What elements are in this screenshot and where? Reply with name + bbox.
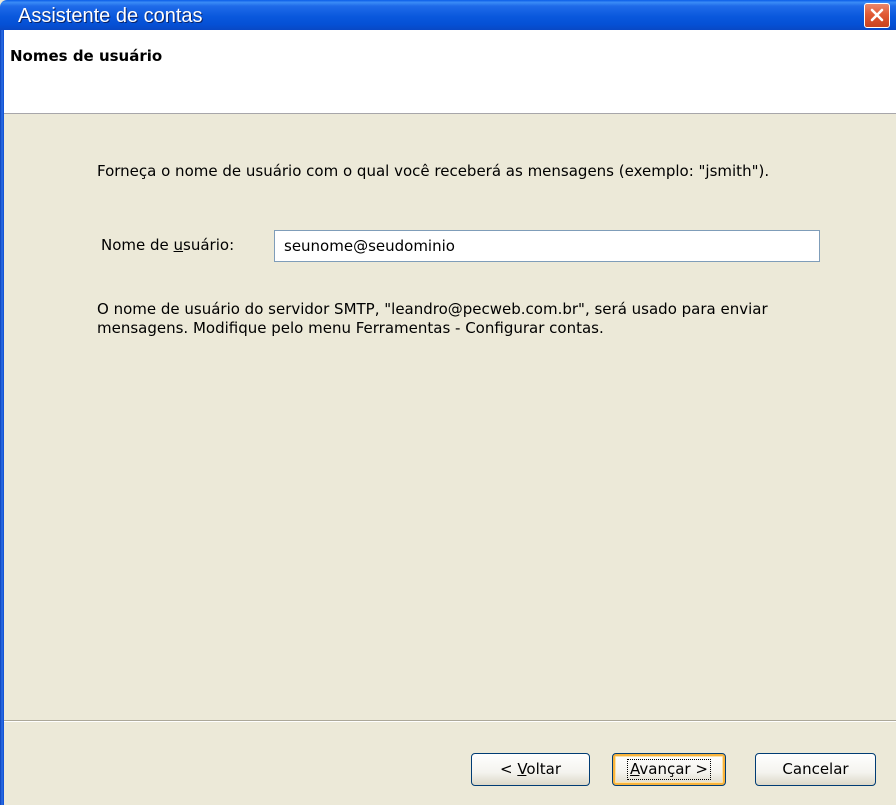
wizard-header <box>4 30 896 114</box>
window-title: Assistente de contas <box>18 5 203 27</box>
back-button-suffix: oltar <box>526 760 562 778</box>
window-frame-left <box>0 30 4 805</box>
next-button-focus: Avançar > <box>627 759 711 780</box>
back-button-prefix: < <box>499 760 518 778</box>
account-wizard-window: Assistente de contas Nomes de usuário Fo… <box>0 0 896 805</box>
title-bar[interactable]: Assistente de contas <box>0 0 896 30</box>
next-button[interactable]: Avançar > <box>612 753 726 786</box>
close-icon <box>870 8 884 22</box>
cancel-button[interactable]: Cancelar <box>755 753 876 786</box>
next-button-suffix: vançar > <box>639 760 708 778</box>
username-label-mnemonic: u <box>173 236 184 254</box>
username-label: Nome de usuário: <box>101 236 234 255</box>
page-title: Nomes de usuário <box>10 47 163 65</box>
next-button-mnemonic: A <box>630 760 640 778</box>
intro-text: Forneça o nome de usuário com o qual voc… <box>97 162 770 180</box>
close-button[interactable] <box>864 3 890 28</box>
back-button[interactable]: < Voltar <box>471 753 590 786</box>
button-separator <box>4 720 896 722</box>
username-label-suffix: suário: <box>183 236 235 254</box>
smtp-note-text: O nome de usuário do servidor SMTP, "lea… <box>97 300 768 337</box>
username-label-prefix: Nome de <box>101 236 174 254</box>
username-input[interactable] <box>274 230 820 262</box>
